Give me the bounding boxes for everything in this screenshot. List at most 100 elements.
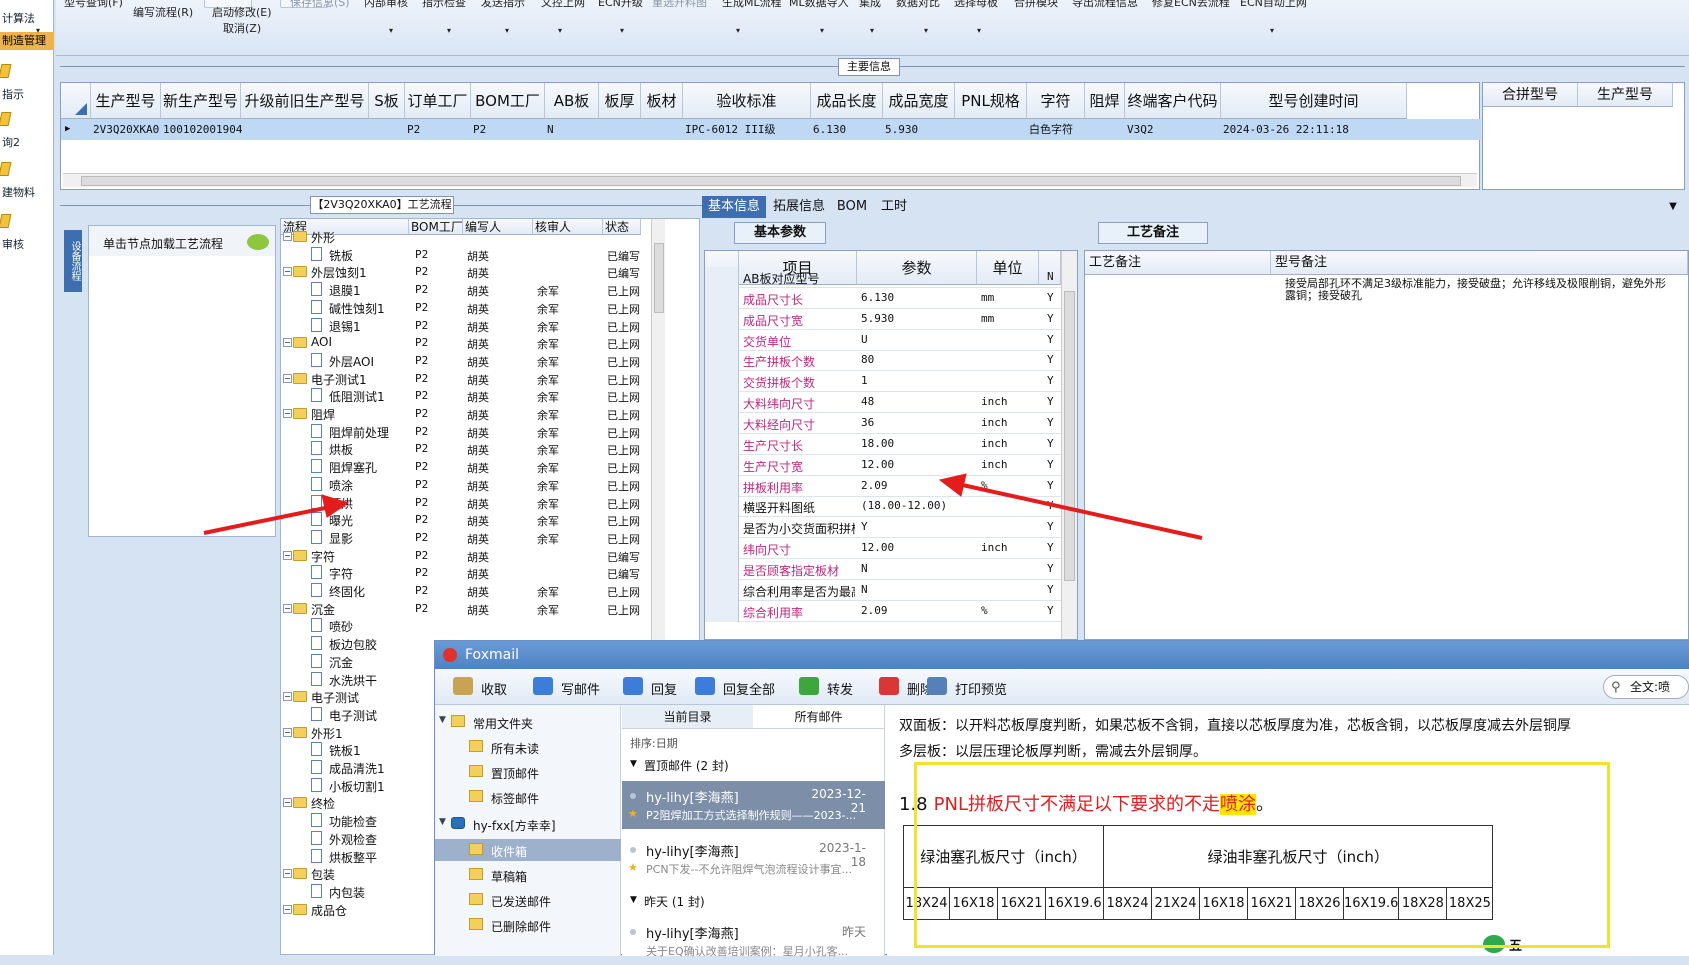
tree-node[interactable]: 喷涂 P2 胡英 余军 已上网: [281, 475, 699, 494]
tree-node[interactable]: 退膜1 P2 胡英 余军 已上网: [281, 280, 699, 299]
column-header[interactable]: 生产型号: [1578, 83, 1673, 107]
toolbar-item[interactable]: 导出流程信息: [1072, 0, 1138, 10]
param-row[interactable]: 是否为小交货面积拼板 Y Y: [705, 517, 1061, 539]
chevron-down-icon[interactable]: ▼: [630, 895, 637, 905]
param-row[interactable]: 成品尺寸宽 5.930 mm Y: [705, 308, 1061, 330]
param-value[interactable]: 1: [861, 374, 868, 387]
tab-process-remarks[interactable]: 工艺备注: [1098, 222, 1208, 244]
chevron-down-icon[interactable]: ▼: [630, 759, 637, 769]
param-value[interactable]: (18.00-12.00): [861, 499, 947, 512]
chevron-down-icon[interactable]: ▾: [558, 26, 562, 35]
nav-item[interactable]: 审核: [0, 236, 54, 254]
list-tab[interactable]: 所有邮件: [753, 705, 884, 729]
toolbar-item[interactable]: 集成: [859, 0, 881, 10]
column-header[interactable]: BOM工厂: [471, 83, 545, 119]
param-row[interactable]: 大料纬向尺寸 48 inch Y: [705, 392, 1061, 414]
nav-item[interactable]: 询2: [0, 134, 54, 152]
folder-item[interactable]: 标签邮件: [435, 786, 621, 808]
list-tab[interactable]: 当前目录: [622, 705, 753, 729]
column-header[interactable]: PNL规格: [955, 83, 1027, 119]
reply-icon[interactable]: [623, 677, 643, 695]
tab-item[interactable]: 拓展信息: [768, 196, 830, 218]
tree-node[interactable]: 低阻测试1 P2 胡英 余军 已上网: [281, 386, 699, 405]
toolbar-item[interactable]: 编写流程(R): [133, 4, 193, 20]
table-cell[interactable]: [243, 119, 371, 140]
column-header[interactable]: 字符: [1027, 83, 1085, 119]
scrollbar-thumb[interactable]: [81, 176, 1461, 186]
toolbar-item[interactable]: 发送指示: [481, 0, 525, 10]
column-header[interactable]: 订单工厂: [405, 83, 471, 119]
tree-node[interactable]: 喷砂: [281, 616, 699, 635]
table-cell[interactable]: P2: [473, 119, 547, 140]
param-value[interactable]: 12.00: [861, 541, 894, 554]
toolbar-button[interactable]: 收取: [481, 679, 507, 698]
forward-icon[interactable]: [799, 677, 819, 695]
param-row[interactable]: 纬向尺寸 12.00 inch Y: [705, 538, 1061, 560]
tree-node[interactable]: 字符 P2 胡英 已编写: [281, 563, 699, 582]
param-row[interactable]: 是否顾客指定板材 N Y: [705, 558, 1061, 580]
table-cell[interactable]: 2024-03-26 22:11:18: [1223, 119, 1409, 140]
mail-item[interactable]: hy-lihy[李海燕] 2023-12-21 ★ P2阻焊加工方式选择制作规则——2…: [622, 781, 885, 829]
param-value[interactable]: Y: [861, 520, 868, 533]
param-value[interactable]: 12.00: [861, 458, 894, 471]
param-value[interactable]: 36: [861, 416, 874, 429]
star-icon[interactable]: ★: [628, 807, 638, 820]
param-row[interactable]: 大料经向尺寸 36 inch Y: [705, 412, 1061, 434]
param-row[interactable]: 拼板利用率 2.09% Y: [705, 475, 1061, 497]
tree-node[interactable]: − 沉金 P2 胡英 余军 已上网: [281, 599, 699, 618]
folder-item[interactable]: 所有未读: [435, 736, 621, 758]
tree-node[interactable]: − 外形: [281, 227, 699, 246]
reply-all-icon[interactable]: [695, 677, 715, 695]
param-row[interactable]: 生产尺寸宽 12.00 inch Y: [705, 454, 1061, 476]
expand-toggle-icon[interactable]: −: [283, 692, 292, 702]
toolbar-item[interactable]: ECN升级: [598, 0, 643, 10]
chevron-down-icon[interactable]: ▾: [36, 26, 40, 35]
tree-node[interactable]: − 外层蚀刻1 P2 胡英 已编写: [281, 262, 699, 281]
nav-item[interactable]: 计算法: [0, 10, 54, 28]
param-row[interactable]: 综合利用率是否为最高 N Y: [705, 579, 1061, 601]
column-header[interactable]: 阻焊: [1085, 83, 1125, 119]
tab-item[interactable]: 基本信息: [702, 196, 766, 218]
chevron-down-icon[interactable]: ▼: [439, 817, 446, 827]
tab-item[interactable]: 工时: [874, 196, 914, 218]
table-cell[interactable]: 白色字符: [1029, 119, 1087, 140]
column-header[interactable]: 成品长度: [811, 83, 883, 119]
folder-item[interactable]: ▼ hy-fxx[方幸幸]: [435, 813, 621, 835]
chevron-down-icon[interactable]: ▾: [1270, 26, 1274, 35]
table-cell[interactable]: 10010200190461: [163, 119, 243, 140]
toolbar-item[interactable]: 选择母板: [954, 0, 998, 10]
tree-node[interactable]: − 字符 P2 胡英 已编写: [281, 546, 699, 565]
expand-toggle-icon[interactable]: −: [283, 338, 292, 348]
toolbar-item[interactable]: 内部审核: [364, 0, 408, 10]
toolbar-item[interactable]: 文控上网: [541, 0, 585, 10]
mail-item[interactable]: hy-lihy[李海燕] 昨天 关于EQ确认改善培训案例：星月小孔客...: [622, 917, 885, 965]
toolbar-item[interactable]: ML数据导入: [789, 0, 849, 10]
toolbar-button[interactable]: 写邮件: [561, 679, 600, 698]
table-cell[interactable]: N: [547, 119, 601, 140]
toolbar-item[interactable]: 取消(Z): [223, 20, 261, 36]
tree-node[interactable]: − 阻焊 P2 胡英 余军 已上网: [281, 404, 699, 423]
tree-node[interactable]: 阻焊前处理 P2 胡英 余军 已上网: [281, 422, 699, 441]
chevron-down-icon[interactable]: ▼: [1664, 196, 1682, 218]
mail-item[interactable]: hy-lihy[李海燕] 2023-1-18 ★ PCN下发--不允许阻焊气泡流程设计…: [622, 835, 885, 883]
column-header[interactable]: 成品宽度: [883, 83, 955, 119]
toolbar-item[interactable]: 生成ML流程: [722, 0, 782, 10]
tab-basic-params[interactable]: 基本参数: [734, 222, 826, 244]
table-cell[interactable]: [1087, 119, 1127, 140]
table-cell[interactable]: [371, 119, 407, 140]
chevron-down-icon[interactable]: ▾: [736, 26, 740, 35]
chevron-down-icon[interactable]: ▾: [447, 26, 451, 35]
param-value[interactable]: U: [861, 333, 868, 346]
toolbar-item[interactable]: 启动修改(E): [212, 4, 272, 20]
param-value[interactable]: N: [861, 562, 868, 575]
chevron-down-icon[interactable]: ▾: [870, 26, 874, 35]
toolbar-item[interactable]: 型号查询(F): [64, 0, 123, 10]
table-cell[interactable]: [957, 119, 1029, 140]
table-cell[interactable]: [643, 119, 685, 140]
foxmail-titlebar[interactable]: Foxmail: [435, 641, 1689, 669]
folder-item[interactable]: ▼ 常用文件夹: [435, 711, 621, 733]
tree-node[interactable]: 阻焊塞孔 P2 胡英 余军 已上网: [281, 457, 699, 476]
param-row[interactable]: 成品尺寸长 6.130 mm Y: [705, 287, 1061, 309]
column-header[interactable]: 终端客户代码: [1125, 83, 1221, 119]
nav-item[interactable]: 制造管理: [0, 32, 54, 50]
